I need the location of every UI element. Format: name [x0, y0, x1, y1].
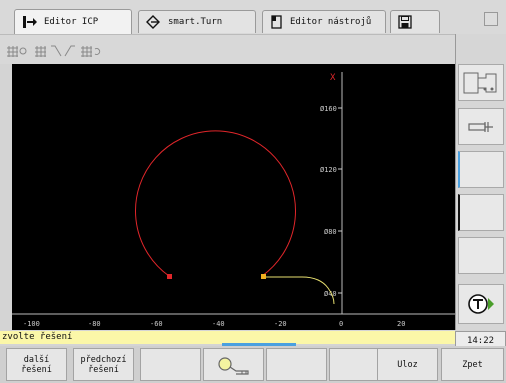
softkey-empty-b5[interactable]	[266, 348, 327, 381]
tool-t-softkey[interactable]	[458, 284, 504, 324]
magnifier-key-button[interactable]	[203, 348, 264, 381]
right-softkey-bar	[455, 34, 506, 330]
contour-drawing: X Ø160 Ø120 Ø80 Ø40 -100 -80 -60 -40 -20…	[12, 72, 455, 328]
tab-editor-icp[interactable]: Editor ICP	[14, 9, 132, 34]
symbol-toolbar	[0, 34, 455, 64]
tab-editor-nastroju[interactable]: Editor nástrojů	[262, 10, 386, 33]
tab-label: Editor ICP	[44, 17, 99, 27]
x-tick-label: 20	[397, 320, 405, 328]
contour-arc[interactable]	[135, 130, 296, 277]
softkey-empty-b3[interactable]	[140, 348, 201, 381]
tab-label: smart.Turn	[168, 17, 223, 27]
turning-contour-softkey[interactable]	[458, 64, 504, 101]
tool-holder-icon	[271, 15, 282, 29]
grid-arc-icon[interactable]	[80, 45, 104, 57]
save-disk-icon	[398, 15, 412, 29]
softkey-empty-5[interactable]	[458, 237, 504, 274]
x-tick-label: -80	[88, 320, 101, 328]
drill-softkey[interactable]	[458, 108, 504, 145]
button-label: Zpet	[462, 359, 483, 370]
button-label: řešení	[88, 364, 119, 375]
line-diagonal-icon[interactable]	[64, 45, 76, 57]
x-tick-label: -100	[23, 320, 40, 328]
tab-save[interactable]	[390, 10, 440, 33]
line-diagonal-icon[interactable]	[50, 45, 62, 57]
next-solution-button[interactable]: další řešení	[6, 348, 67, 381]
axis-marker-x: X	[330, 73, 336, 83]
button-label: řešení	[21, 364, 52, 375]
save-button[interactable]: Uloz	[377, 348, 438, 381]
tab-bar: Editor ICP smart.Turn Editor nástrojů	[0, 0, 506, 34]
turning-contour-icon	[463, 72, 497, 93]
contour-canvas[interactable]: X Ø160 Ø120 Ø80 Ø40 -100 -80 -60 -40 -20…	[12, 64, 455, 330]
x-tick-label: 0	[339, 320, 343, 328]
softkey-empty-3[interactable]	[458, 151, 504, 188]
contour-start-marker	[261, 274, 266, 279]
y-tick-label: Ø120	[320, 166, 337, 174]
grid-circle-icon[interactable]	[6, 45, 28, 57]
tab-label: Editor nástrojů	[290, 17, 372, 27]
contour-end-marker	[167, 274, 172, 279]
tool-t-icon	[468, 294, 494, 314]
window-corner-icon	[484, 12, 498, 26]
tab-smart-turn[interactable]: smart.Turn	[138, 10, 256, 33]
back-button[interactable]: Zpet	[441, 348, 504, 381]
button-label: předchozí	[80, 354, 127, 365]
y-tick-label: Ø80	[324, 228, 337, 236]
diamond-arrow-icon	[146, 15, 160, 29]
button-label: Uloz	[397, 359, 418, 370]
button-label: další	[23, 354, 50, 365]
x-tick-label: -60	[150, 320, 163, 328]
y-tick-label: Ø160	[320, 105, 337, 113]
drill-icon	[468, 121, 493, 132]
previous-solution-button[interactable]: předchozí řešení	[73, 348, 134, 381]
bottom-softkey-bar: další řešení předchozí řešení Uloz Zpet	[0, 346, 506, 383]
arrow-right-icon	[23, 16, 37, 28]
x-tick-label: -40	[212, 320, 225, 328]
magnifier-key-icon	[217, 356, 249, 375]
softkey-empty-4[interactable]	[458, 194, 504, 231]
x-tick-label: -20	[274, 320, 287, 328]
